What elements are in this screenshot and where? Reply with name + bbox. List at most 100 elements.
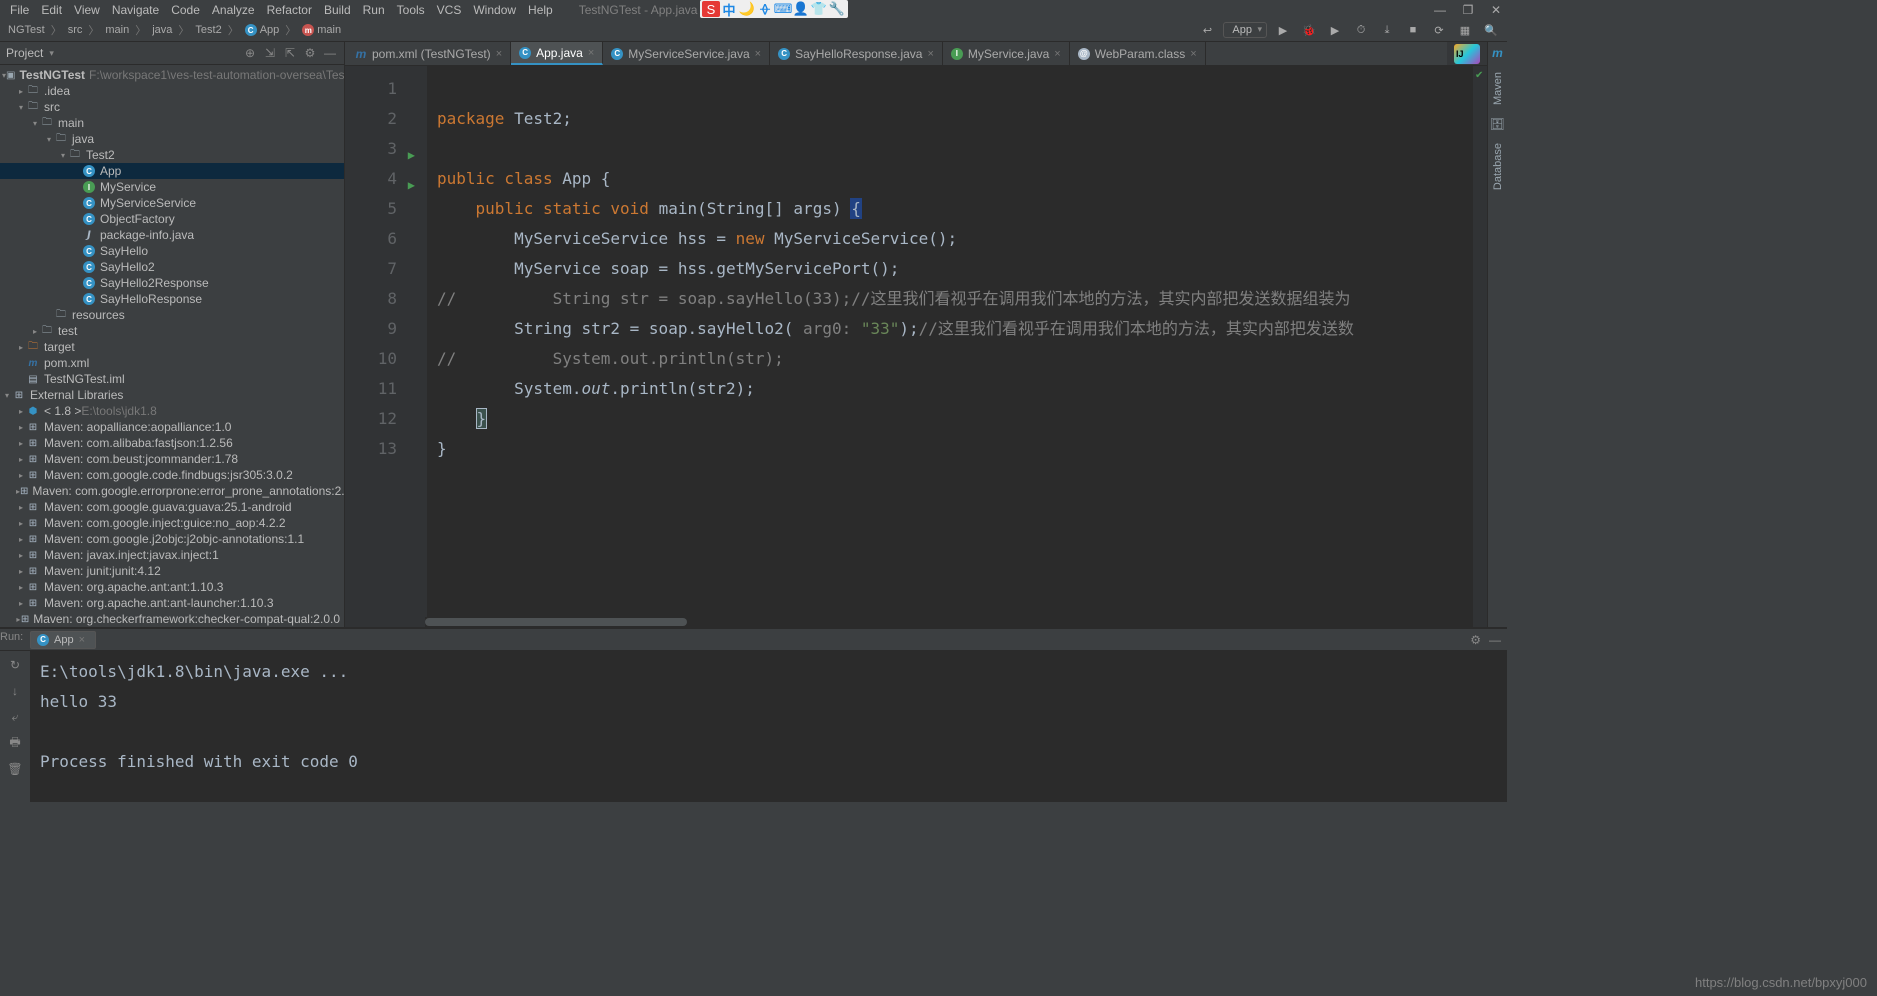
breadcrumb-test2[interactable]: Test2 [191,24,225,36]
line-number[interactable]: 2 [345,104,397,134]
run-button-icon[interactable]: ▶ [1273,21,1293,39]
profile-button-icon[interactable]: ⏱ [1351,21,1371,39]
menu-window[interactable]: Window [467,3,522,17]
menu-tools[interactable]: Tools [391,3,431,17]
layout-button-icon[interactable]: ▦ [1455,21,1475,39]
tree-node[interactable]: mpom.xml [0,355,344,371]
tool-icon[interactable]: 🔧 [828,1,846,17]
breadcrumb-main-method[interactable]: mmain [298,24,345,36]
tree-node[interactable]: CSayHello2 [0,259,344,275]
breadcrumb-java[interactable]: java [148,24,176,36]
editor-marker-bar[interactable]: ✔ [1473,66,1487,627]
tree-node[interactable]: ▾🗀src [0,99,344,115]
tree-node[interactable]: CMyServiceService [0,195,344,211]
library-node[interactable]: ▸⊞Maven: com.google.code.findbugs:jsr305… [0,467,344,483]
menu-vcs[interactable]: VCS [431,3,468,17]
close-icon[interactable]: × [927,48,933,60]
tree-node[interactable]: ▾🗀java [0,131,344,147]
line-number[interactable]: 8 [345,284,397,314]
menu-edit[interactable]: Edit [35,3,68,17]
print-icon[interactable]: 🖶 [7,735,23,751]
tree-node[interactable]: CObjectFactory [0,211,344,227]
run-hide-icon[interactable]: — [1489,633,1501,647]
line-number[interactable]: 4▶ [345,164,397,194]
window-close-icon[interactable]: ✕ [1489,3,1503,17]
stop-button-icon[interactable]: ■ [1403,21,1423,39]
stop-icon[interactable]: ↓ [7,683,23,699]
line-number[interactable]: 9 [345,314,397,344]
library-node[interactable]: ▸⊞Maven: junit:junit:4.12 [0,563,344,579]
tree-node[interactable]: ▸🗀test [0,323,344,339]
select-opened-file-icon[interactable]: ⊕ [242,45,258,61]
menu-help[interactable]: Help [522,3,559,17]
close-icon[interactable]: × [1190,48,1196,60]
tree-root[interactable]: ▾▣ TestNGTest F:\workspace1\ves-test-aut… [0,67,344,83]
window-minimize-icon[interactable]: — [1433,3,1447,17]
breadcrumb-project[interactable]: NGTest [4,24,49,36]
breadcrumb-src[interactable]: src [64,24,87,36]
library-node[interactable]: ▸⬢< 1.8 > E:\tools\jdk1.8 [0,403,344,419]
breadcrumb-main[interactable]: main [101,24,133,36]
close-icon[interactable]: × [755,48,761,60]
editor-tab[interactable]: mpom.xml (TestNGTest)× [347,42,511,65]
moon-icon[interactable]: 🌙 [738,1,756,17]
menu-refactor[interactable]: Refactor [261,3,318,17]
editor-tab[interactable]: CApp.java× [511,42,603,65]
line-number[interactable]: 13 [345,434,397,464]
menu-view[interactable]: View [68,3,106,17]
tree-node[interactable]: ▸🗀target [0,339,344,355]
line-number[interactable]: 10 [345,344,397,374]
tree-node[interactable]: CSayHello [0,243,344,259]
tree-node[interactable]: CSayHello2Response [0,275,344,291]
debug-button-icon[interactable]: 🐞 [1299,21,1319,39]
ime-lang-icon[interactable]: 中 [720,1,738,17]
menu-code[interactable]: Code [165,3,206,17]
tree-node[interactable]: ▤TestNGTest.iml [0,371,344,387]
menu-file[interactable]: File [4,3,35,17]
attach-button-icon[interactable]: ⤓ [1377,21,1397,39]
coverage-button-icon[interactable]: ▶ [1325,21,1345,39]
console-output[interactable]: E:\tools\jdk1.8\bin\java.exe ... hello 3… [30,651,1507,802]
punct-icon[interactable]: ᚖ [756,1,774,17]
run-tab-app[interactable]: C App × [30,631,96,649]
library-node[interactable]: ▸⊞Maven: com.beust:jcommander:1.78 [0,451,344,467]
line-number[interactable]: 3▶ [345,134,397,164]
tree-node[interactable]: 🗀resources [0,307,344,323]
tree-node[interactable]: CSayHelloResponse [0,291,344,307]
tree-node[interactable]: ▸🗀.idea [0,83,344,99]
keyboard-icon[interactable]: ⌨ [774,1,792,17]
gear-icon[interactable]: ⚙ [302,45,318,61]
line-number[interactable]: 12 [345,404,397,434]
library-node[interactable]: ▸⊞Maven: javax.inject:javax.inject:1 [0,547,344,563]
expand-all-icon[interactable]: ⇲ [262,45,278,61]
external-libraries[interactable]: ▾⊞ External Libraries [0,387,344,403]
project-view-selector[interactable]: Project [6,46,54,60]
search-icon[interactable]: 🔍 [1481,21,1501,39]
collapse-all-icon[interactable]: ⇱ [282,45,298,61]
run-config-selector[interactable]: App [1223,22,1267,38]
gutter-run-icon[interactable]: ▶ [408,170,415,200]
tree-node[interactable]: ▾🗀main [0,115,344,131]
library-node[interactable]: ▸⊞Maven: aopalliance:aopalliance:1.0 [0,419,344,435]
tree-node[interactable]: IMyService [0,179,344,195]
soft-wrap-icon[interactable]: ⤶ [7,709,23,725]
tree-node[interactable]: ▾🗀Test2 [0,147,344,163]
update-button-icon[interactable]: ⟳ [1429,21,1449,39]
menu-analyze[interactable]: Analyze [206,3,261,17]
close-icon[interactable]: × [496,48,502,60]
person-icon[interactable]: 👤 [792,1,810,17]
library-node[interactable]: ▸⊞Maven: com.alibaba:fastjson:1.2.56 [0,435,344,451]
editor-tab[interactable]: IMyService.java× [943,42,1070,65]
library-node[interactable]: ▸⊞Maven: com.google.j2objc:j2objc-annota… [0,531,344,547]
project-tree[interactable]: ▾▣ TestNGTest F:\workspace1\ves-test-aut… [0,65,344,627]
editor-tab[interactable]: CMyServiceService.java× [603,42,770,65]
hide-icon[interactable]: — [322,45,338,61]
run-settings-icon[interactable]: ⚙ [1470,633,1481,647]
line-number[interactable]: 7 [345,254,397,284]
editor-horizontal-scrollbar[interactable] [425,617,1473,627]
rerun-icon[interactable]: ↻ [7,657,23,673]
menu-run[interactable]: Run [357,3,391,17]
maven-tool-tab[interactable]: Maven [1490,66,1506,111]
library-node[interactable]: ▸⊞Maven: com.google.guava:guava:25.1-and… [0,499,344,515]
trash-icon[interactable]: 🗑 [7,761,23,777]
